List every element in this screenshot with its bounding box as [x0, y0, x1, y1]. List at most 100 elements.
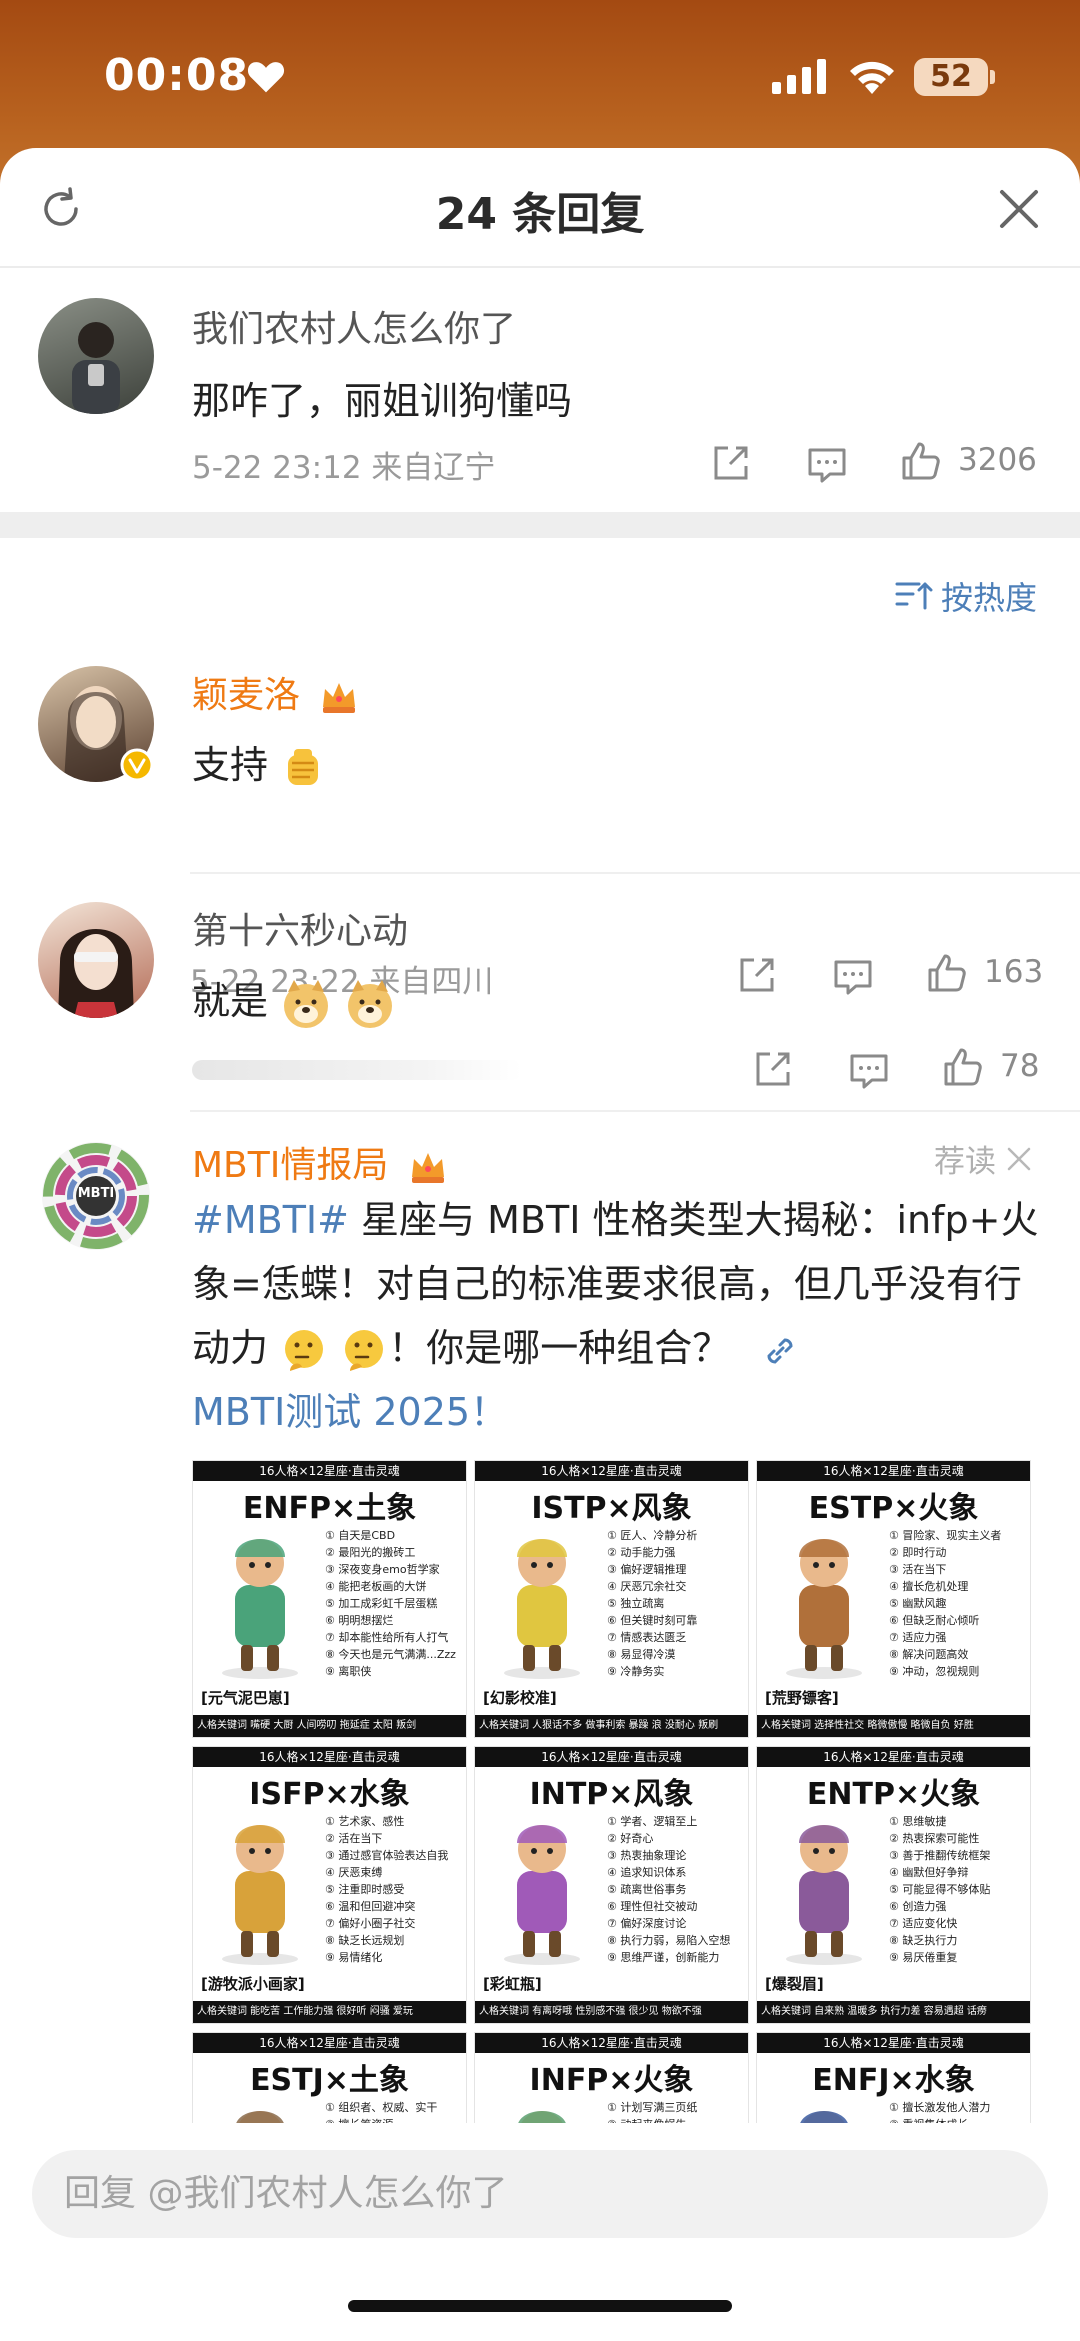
card-keywords: 人格关键词 人狠话不多 做事利索 暴躁 浪 没耐心 叛刷 — [475, 1715, 748, 1737]
sort-button[interactable]: 按热度 — [895, 574, 1037, 618]
trait-item: ⑧ 执行力弱，易陷入空想 — [607, 1934, 731, 1947]
avatar[interactable] — [38, 902, 154, 1018]
doge-emoji-icon — [284, 979, 329, 1028]
like-icon[interactable] — [942, 1046, 984, 1088]
reply-input[interactable]: 回复 @我们农村人怎么你了 — [32, 2150, 1048, 2238]
verified-badge-icon — [120, 748, 154, 782]
ad-dismiss-label: 荐读 — [934, 1144, 996, 1180]
card-header: 16人格×12星座·直击灵魂 — [193, 1461, 466, 1481]
sort-icon — [895, 582, 933, 610]
reply-meta-blurred — [192, 1060, 522, 1080]
trait-item: ⑨ 思维严谨，创新能力 — [607, 1951, 720, 1964]
mbti-card-image[interactable]: 16人格×12星座·直击灵魂INFP×火象① 计划写满三页纸② 动起来像蜗牛 — [474, 2032, 749, 2130]
doge-emoji-icon — [348, 979, 393, 1028]
ad-username-text: MBTI情报局 — [192, 1145, 389, 1186]
home-indicator — [348, 2300, 732, 2312]
reply-divider — [190, 872, 1080, 874]
signal-icon — [772, 59, 826, 94]
trait-item: ② 动手能力强 — [607, 1546, 676, 1559]
trait-item: ⑧ 缺乏长远规划 — [325, 1934, 405, 1947]
trait-item: ⑦ 却本能性给所有人打气 — [325, 1631, 449, 1644]
trait-item: ⑥ 明明想摆烂 — [325, 1614, 394, 1627]
status-bar: 00:08 52 — [0, 0, 1080, 150]
card-header: 16人格×12星座·直击灵魂 — [193, 2033, 466, 2053]
trait-item: ② 好奇心 — [607, 1832, 654, 1845]
share-icon[interactable] — [752, 1048, 794, 1090]
card-header: 16人格×12星座·直击灵魂 — [475, 1747, 748, 1767]
close-icon[interactable] — [998, 188, 1040, 230]
ad-username[interactable]: MBTI情报局 — [192, 1136, 448, 1188]
trait-item: ② 最阳光的搬砖工 — [325, 1546, 416, 1559]
status-time: 00:08 — [104, 50, 250, 101]
mbti-card-image[interactable]: 16人格×12星座·直击灵魂 ENFP×土象 ① 自天是CBD ② 最阳光的搬砖工 ③ … — [192, 1460, 467, 1738]
trait-item: ⑤ 加工成彩虹千层蛋糕 — [325, 1597, 438, 1610]
card-nickname: [荒野镖客] — [765, 1689, 839, 1707]
like-icon[interactable] — [900, 440, 942, 482]
trait-item: ⑤ 幽默风趣 — [889, 1597, 947, 1610]
trait-item: ⑥ 理性但社交被动 — [607, 1900, 698, 1913]
trait-item: ① 计划写满三页纸 — [607, 2101, 698, 2114]
trait-item: ① 擅长激发他人潜力 — [889, 2101, 991, 2114]
mbti-card-image[interactable]: 16人格×12星座·直击灵魂 INTP×风象 ① 学者、逻辑至上 ② 好奇心 ③ 热衷抽… — [474, 1746, 749, 2024]
avatar-photo — [72, 322, 120, 414]
sort-label: 按热度 — [941, 579, 1038, 617]
ad-body-end: ！你是哪一种组合？ — [388, 1326, 731, 1370]
trait-item: ⑤ 独立疏离 — [607, 1597, 665, 1610]
trait-item: ③ 深夜变身emo哲学家 — [325, 1563, 440, 1576]
share-icon[interactable] — [736, 954, 778, 996]
trait-item: ① 组织者、权威、实干 — [325, 2101, 438, 2114]
avatar[interactable]: MBTI — [38, 1138, 154, 1254]
card-header: 16人格×12星座·直击灵魂 — [757, 1747, 1030, 1767]
trait-item: ⑨ 易情绪化 — [325, 1951, 383, 1964]
battery-icon: 52 — [914, 58, 988, 96]
trait-item: ⑥ 但关键时刻可靠 — [607, 1614, 698, 1627]
trait-item: ① 思维敏捷 — [889, 1815, 947, 1828]
trait-item: ① 自天是CBD — [325, 1529, 396, 1542]
trait-item: ④ 厌恶冗余社交 — [607, 1580, 687, 1593]
reply-text: 支持 — [192, 734, 326, 791]
mbti-card-image[interactable]: 16人格×12星座·直击灵魂 ESTP×火象 ① 冒险家、现实主义者 ② 即时行动 ③ … — [756, 1460, 1031, 1738]
comment-meta: 5-22 23:12 来自辽宁 — [192, 450, 496, 486]
mbti-card-image[interactable]: 16人格×12星座·直击灵魂ENFJ×水象① 擅长激发他人潜力② 重视集体成长 — [756, 2032, 1031, 2130]
card-header: 16人格×12星座·直击灵魂 — [475, 1461, 748, 1481]
mbti-card-image[interactable]: 16人格×12星座·直击灵魂 ISTP×风象 ① 匠人、冷静分析 ② 动手能力强 ③ 偏… — [474, 1460, 749, 1738]
card-keywords: 人格关键词 能吃苦 工作能力强 很好听 闷骚 爱玩 — [193, 2001, 466, 2023]
trait-item: ⑤ 疏离世俗事务 — [607, 1883, 687, 1896]
comment-icon[interactable] — [848, 1050, 890, 1092]
avatar[interactable] — [38, 298, 154, 414]
card-title: ESTJ×土象 — [250, 2063, 409, 2098]
image-grid: 16人格×12星座·直击灵魂 ENFP×土象 ① 自天是CBD ② 最阳光的搬砖工 ③ … — [192, 1460, 1040, 2130]
trait-list: ① 冒险家、现实主义者 ② 即时行动 ③ 活在当下 ④ 擅长危机处理 ⑤ 幽默风趣 ⑥ 但… — [889, 1527, 1029, 1680]
reply-text-content: 支持 — [192, 743, 269, 787]
trait-item: ④ 幽默但好争辩 — [889, 1866, 969, 1879]
share-icon[interactable] — [710, 442, 752, 484]
trait-item: ③ 热衷抽象理论 — [607, 1849, 687, 1862]
card-header: 16人格×12星座·直击灵魂 — [475, 2033, 748, 2053]
trait-item: ⑥ 但缺乏耐心倾听 — [889, 1614, 980, 1627]
card-keywords: 人格关键词 自来熟 温暖多 执行力差 容易遇超 话痨 — [757, 2001, 1030, 2023]
reply-username[interactable]: 颖麦洛 — [192, 666, 359, 718]
like-icon[interactable] — [926, 952, 968, 994]
reply-username[interactable]: 第十六秒心动 — [192, 902, 408, 954]
comment-icon[interactable] — [806, 444, 848, 486]
card-title: ESTP×火象 — [808, 1491, 979, 1526]
card-header: 16人格×12星座·直击灵魂 — [193, 1747, 466, 1767]
trait-item: ④ 追求知识体系 — [607, 1866, 687, 1879]
trait-list: ① 艺术家、感性 ② 活在当下 ③ 通过感官体验表达自我 ④ 厌恶束缚 ⑤ 注重即时感受… — [325, 1813, 465, 1966]
card-header: 16人格×12星座·直击灵魂 — [757, 1461, 1030, 1481]
hashtag-link[interactable]: #MBTI# — [192, 1198, 349, 1242]
mbti-card-image[interactable]: 16人格×12星座·直击灵魂ESTJ×土象① 组织者、权威、实干② 擅长筹资源 — [192, 2032, 467, 2130]
trait-item: ② 即时行动 — [889, 1546, 947, 1559]
comment-username[interactable]: 我们农村人怎么你了 — [192, 300, 516, 352]
trait-item: ④ 擅长危机处理 — [889, 1580, 969, 1593]
trait-item: ⑥ 温和但回避冲突 — [325, 1900, 416, 1913]
trait-item: ⑧ 缺乏执行力 — [889, 1934, 958, 1947]
trait-list: ① 思维敏捷 ② 热衷探索可能性 ③ 善于推翻传统框架 ④ 幽默但好争辩 ⑤ 可能显得不… — [889, 1813, 1029, 1966]
test-link[interactable]: MBTI测试 2025！ — [192, 1390, 508, 1434]
mbti-card-image[interactable]: 16人格×12星座·直击灵魂 ENTP×火象 ① 思维敏捷 ② 热衷探索可能性 ③ 善于… — [756, 1746, 1031, 2024]
comment-icon[interactable] — [832, 956, 874, 998]
trait-item: ① 艺术家、感性 — [325, 1815, 405, 1828]
trait-list: ① 自天是CBD ② 最阳光的搬砖工 ③ 深夜变身emo哲学家 ④ 能把老板画的大饼 ⑤… — [325, 1527, 465, 1680]
ad-dismiss-button[interactable]: 荐读 — [934, 1136, 1032, 1181]
mbti-card-image[interactable]: 16人格×12星座·直击灵魂 ISFP×水象 ① 艺术家、感性 ② 活在当下 ③ 通过感… — [192, 1746, 467, 2024]
